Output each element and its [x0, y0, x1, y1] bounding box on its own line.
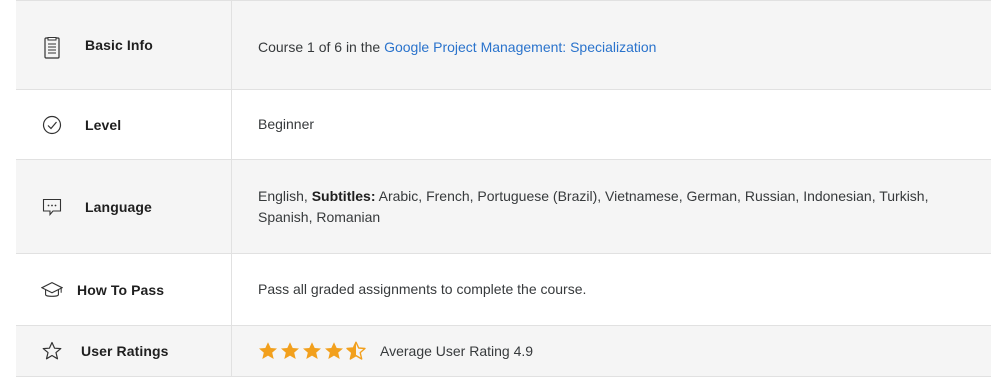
language-primary: English,	[258, 187, 312, 204]
level-label: Level	[85, 116, 122, 133]
star-half-icon	[346, 341, 366, 361]
language-text: English, Subtitles: Arabic, French, Port…	[258, 186, 967, 228]
user-ratings-label-cell: User Ratings	[16, 326, 232, 376]
document-icon	[41, 37, 63, 59]
specialization-link[interactable]: Google Project Management: Specializatio…	[384, 37, 656, 58]
chat-bubble-icon	[41, 196, 63, 218]
row-how-to-pass: How To Pass Pass all graded assignments …	[16, 254, 991, 326]
check-circle-icon	[41, 114, 63, 136]
row-language: Language English, Subtitles: Arabic, Fre…	[16, 160, 991, 254]
user-ratings-value: Average User Rating 4.9	[232, 326, 991, 376]
star-full-icon	[280, 341, 300, 361]
basic-info-label-cell: Basic Info	[16, 1, 232, 89]
star-full-icon	[302, 341, 322, 361]
level-value: Beginner	[258, 116, 315, 132]
row-basic-info: Basic Info Course 1 of 6 in the Google P…	[16, 1, 991, 90]
row-user-ratings: User Ratings Average User Rating 4.9	[16, 326, 991, 377]
how-to-pass-value: Pass all graded assignments to complete …	[258, 281, 587, 297]
graduation-cap-icon	[41, 279, 63, 301]
star-full-icon	[258, 341, 278, 361]
rating-stars	[258, 341, 366, 361]
user-ratings-label: User Ratings	[81, 343, 169, 359]
how-to-pass-label-cell: How To Pass	[16, 254, 232, 325]
how-to-pass-label: How To Pass	[77, 281, 165, 298]
average-rating-text: Average User Rating 4.9	[380, 342, 534, 359]
star-full-icon	[324, 341, 344, 361]
course-info-table: Basic Info Course 1 of 6 in the Google P…	[16, 0, 991, 377]
level-label-cell: Level	[16, 90, 232, 159]
row-level: Level Beginner	[16, 90, 991, 160]
language-value: English, Subtitles: Arabic, French, Port…	[232, 160, 991, 253]
basic-info-label: Basic Info	[85, 37, 153, 53]
language-label-cell: Language	[16, 160, 232, 253]
basic-info-value: Course 1 of 6 in the Google Project Mana…	[232, 1, 991, 89]
subtitles-label: Subtitles:	[311, 187, 376, 204]
star-outline-icon	[41, 340, 63, 362]
language-label: Language	[85, 198, 152, 215]
basic-info-prefix: Course 1 of 6 in the	[258, 39, 385, 55]
